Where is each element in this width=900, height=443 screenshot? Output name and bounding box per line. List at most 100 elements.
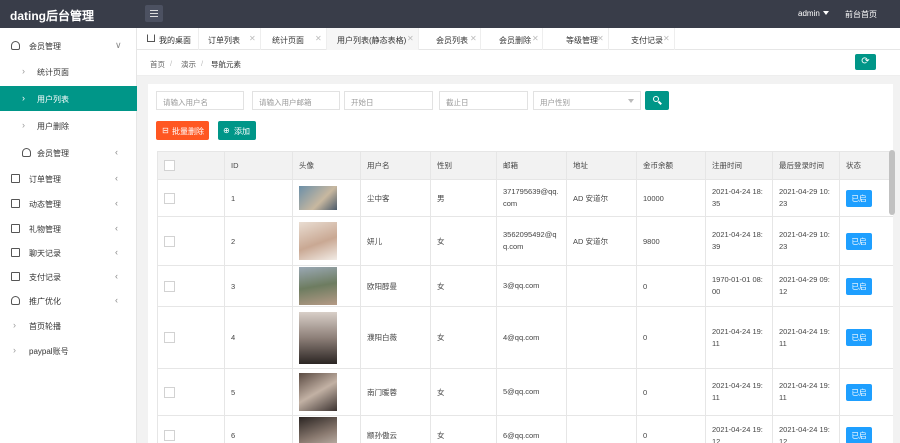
start-date-input[interactable]: 开始日 (344, 91, 433, 110)
post-icon (11, 199, 20, 208)
tab-members[interactable]: 会员列表 ✕ (419, 28, 481, 50)
add-button[interactable]: ⊕ 添加 (218, 121, 256, 140)
gender-select[interactable]: 用户性别 (533, 91, 641, 110)
refresh-button[interactable]: ⟳ (855, 54, 876, 70)
row-checkbox[interactable] (157, 306, 225, 369)
sidebar-item-paypal[interactable]: › paypal账号 (0, 338, 137, 363)
chevron-left-icon: ‹ (115, 147, 118, 157)
table-row: 1 尘中客 男 371795639@qq.com AD 安道尔 10000 20… (157, 179, 893, 217)
avatar (292, 306, 361, 369)
sidebar-item-label: 用户列表 (37, 95, 69, 104)
refresh-icon: ⟳ (861, 56, 870, 67)
sidebar-item-label: paypal账号 (29, 347, 69, 356)
user-icon (11, 41, 20, 50)
avatar (292, 368, 361, 416)
user-menu[interactable]: admin (798, 9, 820, 18)
search-button[interactable] (645, 91, 669, 110)
username-input[interactable]: 请输入用户名 (156, 91, 244, 110)
status-toggle-button[interactable]: 已启 (846, 232, 872, 250)
status-toggle-button[interactable]: 已启 (846, 383, 872, 401)
end-date-input[interactable]: 截止日 (439, 91, 528, 110)
breadcrumb-home[interactable]: 首页 (150, 59, 165, 70)
avatar (292, 265, 361, 307)
column-header: 注册时间 (705, 151, 773, 180)
sidebar: 会员管理 ∨ › 统计页面 › 用户列表 › 用户删除 会员管理 ‹ 订单管理 … (0, 28, 137, 443)
sidebar-item-label: 支付记录 (29, 273, 61, 282)
column-header: 用户名 (360, 151, 431, 180)
status-toggle-button[interactable]: 已启 (846, 277, 872, 295)
sidebar-item-member-admin[interactable]: 会员管理 ∨ (0, 33, 137, 58)
breadcrumb-demo[interactable]: 演示 (181, 59, 196, 70)
chat-icon (11, 248, 20, 257)
row-checkbox[interactable] (157, 265, 225, 307)
tab-levels[interactable]: 等级管理 ✕ (543, 28, 609, 50)
sidebar-item-label: 会员管理 (29, 42, 61, 51)
column-header: 邮箱 (496, 151, 567, 180)
chevron-right-icon: › (22, 120, 25, 130)
close-icon[interactable]: ✕ (532, 34, 539, 43)
column-header: 状态 (839, 151, 893, 180)
sidebar-item-orders[interactable]: 订单管理 ‹ (0, 166, 137, 191)
chevron-down-icon: ∨ (115, 40, 122, 50)
close-icon[interactable]: ✕ (315, 34, 322, 43)
column-header[interactable]: ID (224, 151, 293, 180)
chevron-left-icon: ‹ (115, 223, 118, 233)
avatar (292, 216, 361, 266)
row-checkbox[interactable] (157, 368, 225, 416)
sidebar-item-user-delete[interactable]: › 用户删除 (0, 113, 137, 138)
breadcrumb-current: 导航元素 (211, 60, 241, 69)
status-toggle-button[interactable]: 已启 (846, 189, 872, 207)
close-icon[interactable]: ✕ (249, 34, 256, 43)
sidebar-item-payments[interactable]: 支付记录 ‹ (0, 264, 137, 289)
table-header-row: ID 头像 用户名 性别 邮箱 地址 金币余额 注册时间 最后登录时间 状态 (157, 151, 893, 180)
sidebar-item-label: 动态管理 (29, 200, 61, 209)
close-icon[interactable]: ✕ (407, 34, 414, 43)
row-checkbox[interactable] (157, 216, 225, 266)
row-checkbox[interactable] (157, 179, 225, 217)
tab-stats[interactable]: 统计页面 ✕ (261, 28, 327, 50)
trash-icon: ⊟ (162, 126, 169, 135)
tab-member-delete[interactable]: 会员删除 ✕ (481, 28, 543, 50)
batch-delete-button[interactable]: ⊟ 批量删除 (156, 121, 209, 140)
select-all-checkbox[interactable] (157, 151, 225, 180)
promo-icon (11, 296, 20, 305)
table-row: 4 濮阳白薇 女 4@qq.com 0 2021-04-24 19:11 202… (157, 306, 893, 369)
row-checkbox[interactable] (157, 415, 225, 443)
status-toggle-button[interactable]: 已启 (846, 329, 872, 346)
caret-down-icon[interactable] (823, 11, 829, 15)
column-header: 金币余额 (636, 151, 706, 180)
home-icon (147, 34, 155, 42)
tab-payments[interactable]: 支付记录 ✕ (609, 28, 675, 50)
plus-icon: ⊕ (223, 126, 230, 135)
sidebar-item-carousel[interactable]: › 首页轮播 (0, 313, 137, 338)
menu-toggle-button[interactable] (145, 5, 163, 22)
tab-orders[interactable]: 订单列表 ✕ (199, 28, 261, 50)
front-home-link[interactable]: 前台首页 (845, 9, 877, 20)
sidebar-item-stats[interactable]: › 统计页面 (0, 59, 137, 84)
sidebar-item-label: 会员管理 (37, 149, 69, 158)
status-toggle-button[interactable]: 已启 (846, 427, 872, 443)
table-row: 2 妍儿 女 3562095492@qq.com AD 安道尔 9800 202… (157, 216, 893, 266)
close-icon[interactable]: ✕ (470, 34, 477, 43)
chevron-left-icon: ‹ (115, 295, 118, 305)
sidebar-item-gifts[interactable]: 礼物管理 ‹ (0, 216, 137, 241)
chevron-right-icon: › (22, 93, 25, 103)
sidebar-item-user-list[interactable]: › 用户列表 (0, 86, 137, 111)
vertical-scrollbar[interactable] (889, 150, 895, 215)
sidebar-item-promo[interactable]: 推广优化 ‹ (0, 288, 137, 313)
table-row: 3 欧阳醇曼 女 3@qq.com 0 1970-01-01 08:00 202… (157, 265, 893, 307)
table-row: 6 颛孙傲云 女 6@qq.com 0 2021-04-24 19:12 202… (157, 415, 893, 443)
close-icon[interactable]: ✕ (663, 34, 670, 43)
email-input[interactable]: 请输入用户邮箱 (252, 91, 340, 110)
gift-icon (11, 224, 20, 233)
sidebar-item-label: 推广优化 (29, 297, 61, 306)
tab-my-desktop[interactable]: 我的桌面 (137, 28, 199, 50)
sidebar-item-member[interactable]: 会员管理 ‹ (0, 140, 137, 165)
close-icon[interactable]: ✕ (597, 34, 604, 43)
chevron-left-icon: ‹ (115, 198, 118, 208)
sidebar-item-posts[interactable]: 动态管理 ‹ (0, 191, 137, 216)
tab-user-list[interactable]: 用户列表(静态表格) ✕ (327, 28, 419, 50)
sidebar-item-chats[interactable]: 聊天记录 ‹ (0, 240, 137, 265)
order-icon (11, 174, 20, 183)
sidebar-item-label: 聊天记录 (29, 249, 61, 258)
